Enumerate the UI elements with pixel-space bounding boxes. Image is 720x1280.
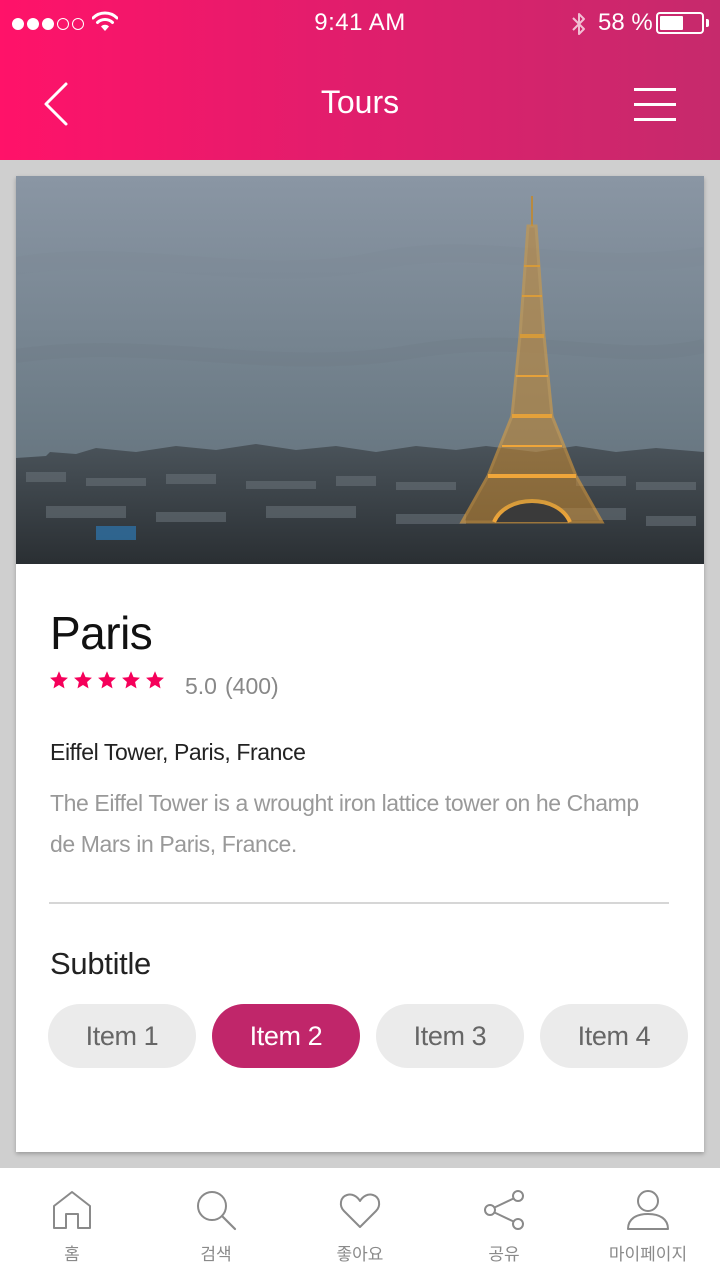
tour-location: Eiffel Tower, Paris, France	[50, 739, 306, 765]
star-icon	[98, 671, 116, 689]
item-chip-2-selected[interactable]: Item 2	[212, 1004, 360, 1068]
battery-percent: 58 %	[598, 9, 653, 36]
user-icon	[627, 1190, 669, 1230]
place-title: Paris	[50, 607, 153, 659]
star-icon	[122, 671, 140, 689]
star-icon	[50, 671, 68, 689]
search-icon	[197, 1191, 237, 1231]
app-header: 9:41 AM 58 % Tours	[0, 0, 720, 160]
navigation-bar: Tours	[0, 48, 720, 160]
divider	[49, 902, 669, 904]
star-icon	[74, 671, 92, 689]
tab-label: 홈	[64, 1245, 80, 1264]
rating-count: (400)	[225, 673, 279, 699]
tour-card: Paris 5.0 (400) Eiffel Tower, Paris, Fra…	[16, 176, 704, 1152]
battery-level	[660, 16, 683, 30]
rating-stars	[49, 670, 165, 690]
section-subtitle: Subtitle	[50, 946, 151, 981]
tab-label: 좋아요	[336, 1245, 384, 1264]
tour-hero-image	[16, 176, 704, 564]
heart-icon	[339, 1193, 381, 1228]
item-chip-4[interactable]: Item 4	[540, 1004, 688, 1068]
star-icon	[146, 671, 164, 689]
rating-score: 5.0	[185, 673, 217, 699]
hamburger-menu-icon[interactable]	[634, 86, 678, 122]
eiffel-tower-photo	[16, 176, 704, 564]
home-icon	[53, 1191, 91, 1229]
tab-label: 공유	[488, 1245, 520, 1264]
tab-likes[interactable]: 좋아요	[288, 1168, 432, 1280]
tab-search[interactable]: 검색	[144, 1168, 288, 1280]
tab-label: 마이페이지	[608, 1245, 688, 1264]
tab-home[interactable]: 홈	[0, 1168, 144, 1280]
page-title: Tours	[320, 84, 400, 120]
tab-share[interactable]: 공유	[432, 1168, 576, 1280]
bluetooth-icon	[572, 13, 585, 35]
tab-label: 검색	[200, 1245, 232, 1264]
status-bar: 9:41 AM 58 %	[0, 0, 720, 48]
item-chip-group: Item 1 Item 2 Item 3 Item 4	[48, 1004, 688, 1068]
item-chip-3[interactable]: Item 3	[376, 1004, 524, 1068]
item-chip-1[interactable]: Item 1	[48, 1004, 196, 1068]
bottom-tab-bar: 홈 검색 좋아요 공유 마이페이지	[0, 1168, 720, 1280]
tab-my-page[interactable]: 마이페이지	[576, 1168, 720, 1280]
battery-icon	[656, 12, 704, 34]
battery-cap	[706, 19, 709, 27]
tour-description: The Eiffel Tower is a wrought iron latti…	[50, 790, 639, 857]
share-icon	[484, 1190, 524, 1230]
